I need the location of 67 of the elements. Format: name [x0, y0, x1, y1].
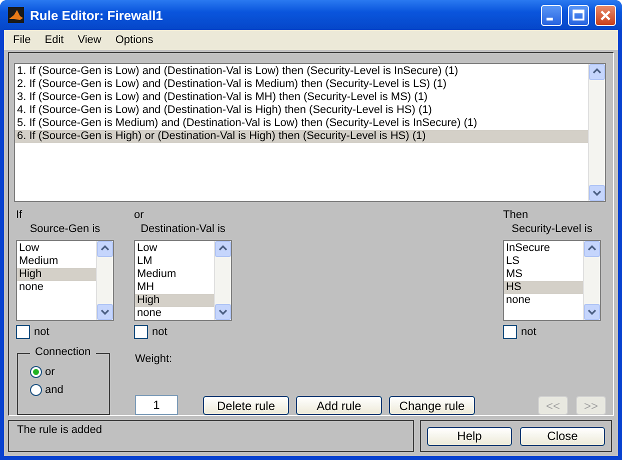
rule-item[interactable]: 5. If (Source-Gen is Medium) and (Destination-Val is Low) then (Security-Level is InSecure) (1) — [15, 117, 588, 130]
weight-field[interactable]: 1 — [135, 395, 178, 415]
scroll-up-button[interactable] — [215, 241, 231, 257]
not-checkbox[interactable] — [503, 325, 517, 339]
radio-circle[interactable] — [30, 366, 42, 378]
rule-item[interactable]: 3. If (Source-Gen is Low) and (Destination-Val is MH) then (Security-Level is MS) (1) — [15, 91, 588, 104]
section-heading: or — [134, 209, 144, 221]
menu-item[interactable]: Edit — [38, 34, 71, 46]
membership-list[interactable]: Low Medium High none — [16, 240, 114, 321]
group-title: Connection — [30, 346, 96, 358]
list-item[interactable]: InSecure — [504, 242, 583, 255]
list-item[interactable]: High — [135, 294, 214, 307]
scroll-up-button[interactable] — [584, 241, 600, 257]
menu-item[interactable]: File — [6, 34, 38, 46]
list-item[interactable]: MS — [504, 268, 583, 281]
rule-item[interactable]: 4. If (Source-Gen is Low) and (Destination-Val is High) then (Security-Level is HS) (1) — [15, 104, 588, 117]
scroll-down-button[interactable] — [215, 304, 231, 320]
list-item[interactable]: High — [17, 268, 96, 281]
list-item[interactable]: MH — [135, 281, 214, 294]
weight-label: Weight: — [135, 353, 174, 365]
rule-button[interactable]: Add rule — [296, 396, 382, 415]
checkbox-label: not — [521, 326, 536, 338]
membership-list[interactable]: Low LM Medium MH High none — [134, 240, 232, 321]
radio-option[interactable]: and — [30, 384, 109, 396]
membership-list[interactable]: InSecure LS MS HS none — [503, 240, 601, 321]
scroll-down-button[interactable] — [97, 304, 113, 320]
scroll-up-button[interactable] — [589, 64, 605, 80]
not-checkbox[interactable] — [134, 325, 148, 339]
maximize-button[interactable] — [568, 4, 589, 26]
list-item[interactable]: HS — [504, 281, 583, 294]
checkbox-label: not — [34, 326, 50, 338]
radio-option[interactable]: or — [30, 366, 109, 378]
not-checkbox[interactable] — [16, 325, 30, 339]
list-item[interactable]: LS — [504, 255, 583, 268]
variable-label: Security-Level is — [512, 223, 592, 235]
list-item[interactable]: none — [504, 294, 583, 307]
window-title: Rule Editor: Firewall1 — [30, 8, 164, 22]
list-item[interactable]: none — [17, 281, 96, 294]
status-text: The rule is added — [17, 424, 102, 436]
rule-button[interactable]: Change rule — [389, 396, 475, 415]
close-button[interactable] — [595, 4, 616, 26]
footer-button[interactable]: Help — [427, 426, 512, 446]
section-heading: Then — [503, 209, 528, 221]
checkbox-label: not — [152, 326, 168, 338]
menu-item[interactable]: View — [70, 34, 108, 46]
scroll-down-button[interactable] — [584, 304, 600, 320]
scroll-up-button[interactable] — [97, 241, 113, 257]
variable-label: Source-Gen is — [30, 223, 100, 235]
footer-button[interactable]: Close — [520, 426, 605, 446]
minimize-button[interactable] — [541, 4, 562, 26]
rules-list[interactable] — [14, 63, 606, 202]
list-item[interactable]: Medium — [17, 255, 96, 268]
rule-item[interactable]: 1. If (Source-Gen is Low) and (Destination-Val is Low) then (Security-Level is InSecure) (1) — [15, 65, 588, 78]
variable-label: Destination-Val is — [140, 223, 226, 235]
rule-item[interactable]: 2. If (Source-Gen is Low) and (Destination-Val is Medium) then (Security-Level is LS) (1) — [15, 78, 588, 91]
list-item[interactable]: Low — [17, 242, 96, 255]
list-item[interactable]: none — [135, 307, 214, 320]
menu-item[interactable]: Options — [108, 34, 160, 46]
list-item[interactable]: Low — [135, 242, 214, 255]
rule-item[interactable]: 6. If (Source-Gen is High) or (Destination-Val is High) then (Security-Level is HS) (1) — [15, 130, 588, 143]
radio-circle[interactable] — [30, 384, 42, 396]
list-item[interactable]: LM — [135, 255, 214, 268]
section-heading: If — [16, 209, 22, 221]
rule-button[interactable]: Delete rule — [203, 396, 289, 415]
scroll-down-button[interactable] — [589, 185, 605, 201]
list-item[interactable]: Medium — [135, 268, 214, 281]
peak-icon — [8, 7, 24, 23]
